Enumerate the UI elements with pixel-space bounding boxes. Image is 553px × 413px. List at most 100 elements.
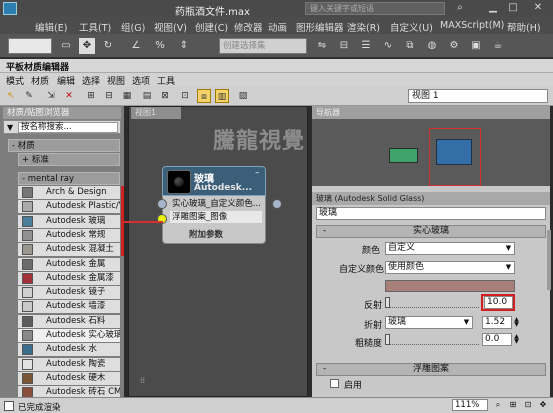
show-map-icon[interactable]: ▦ — [120, 89, 134, 103]
input-socket-dot[interactable] — [157, 199, 167, 209]
align-icon[interactable]: ⊟ — [336, 38, 352, 54]
hide-unused-icon[interactable]: ⊟ — [102, 89, 116, 103]
slider-knob[interactable] — [385, 334, 390, 345]
roughness-slider[interactable] — [385, 334, 479, 345]
browser-options-icon[interactable]: ▼ — [7, 123, 13, 132]
pick-material-icon[interactable]: ✎ — [22, 89, 36, 103]
refraction-value-field[interactable]: 1.52 — [482, 316, 512, 329]
view-tab-label[interactable]: 视图1 — [131, 107, 181, 119]
browser-item[interactable]: Autodesk Plastic/Vinyl — [18, 200, 120, 214]
menu-tools[interactable]: 工具(T) — [79, 20, 111, 34]
browser-search-input[interactable]: 按名称搜索... — [18, 122, 118, 133]
browser-item[interactable]: Autodesk 墙漆 — [18, 300, 120, 314]
material-node[interactable]: 玻璃 Autodesk... – 实心玻璃_自定义颜色... 浮雕图案_图像 附… — [162, 166, 266, 244]
browser-group-header[interactable]: + 标准 — [18, 153, 120, 166]
maximize-icon[interactable]: □ — [505, 1, 521, 15]
menu-maxscript[interactable]: MAXScript(M) — [440, 20, 504, 31]
named-selection-set-field[interactable]: 创建选择集 — [219, 38, 307, 54]
select-tool-icon[interactable]: ↖ — [4, 89, 18, 103]
browser-item[interactable]: Autodesk 陶瓷 — [18, 357, 120, 371]
menu-create[interactable]: 创建(C) — [195, 20, 228, 34]
curve-editor-icon[interactable]: ∿ — [380, 38, 396, 54]
layer-icon[interactable]: ☰ — [358, 38, 374, 54]
menu-rendering[interactable]: 渲染(R) — [347, 20, 380, 34]
browser-item[interactable]: Autodesk 水 — [18, 343, 120, 357]
schematic-icon[interactable]: ⧉ — [402, 38, 418, 54]
minimize-icon[interactable]: ▁ — [485, 1, 501, 15]
mirror-icon[interactable]: ⇋ — [314, 38, 330, 54]
menu-help[interactable]: 帮助(H) — [507, 20, 541, 34]
output-socket-dot[interactable] — [272, 199, 282, 209]
render-setup-icon[interactable]: ⚙ — [446, 38, 462, 54]
move-children-icon[interactable]: ⊞ — [84, 89, 98, 103]
close-icon[interactable]: ✕ — [530, 1, 546, 15]
menu-edit[interactable]: 编辑(E) — [35, 20, 67, 34]
spinner-snap-icon[interactable]: ⇕ — [176, 38, 192, 54]
delete-icon[interactable]: ✕ — [62, 89, 76, 103]
rollout-relief-pattern[interactable]: - 浮雕图案 — [316, 363, 546, 376]
custom-color-dropdown[interactable]: 使用颜色 ▼ — [385, 261, 515, 274]
material-map-browser-icon[interactable]: ⧈ — [197, 89, 211, 103]
select-by-material-icon[interactable]: ▧ — [236, 89, 250, 103]
zoom-dropdown[interactable]: 111% — [452, 399, 488, 411]
color-dropdown[interactable]: 自定义 ▼ — [385, 242, 515, 255]
show-background-icon[interactable]: ▤ — [140, 89, 154, 103]
material-editor-icon[interactable]: ◍ — [424, 38, 440, 54]
render-frame-icon[interactable]: ▣ — [468, 38, 484, 54]
custom-color-swatch[interactable] — [385, 280, 515, 292]
menu-group[interactable]: 组(G) — [121, 20, 145, 34]
menu-animation[interactable]: 动画 — [268, 20, 287, 34]
refraction-type-dropdown[interactable]: 玻璃 ▼ — [385, 316, 473, 329]
browser-item[interactable]: Autodesk 石料 — [18, 314, 120, 328]
put-to-scene-icon[interactable]: ⇲ — [44, 89, 58, 103]
menu-modifiers[interactable]: 修改器 — [234, 20, 263, 34]
parameter-editor-icon[interactable]: ▥ — [215, 89, 229, 103]
menu-customize[interactable]: 自定义(U) — [390, 20, 433, 34]
browser-item[interactable]: Autodesk 玻璃 — [18, 214, 120, 228]
view-grip-icon[interactable]: ⁞⁞ — [140, 376, 145, 385]
browser-item[interactable]: Autodesk 镜子 — [18, 286, 120, 300]
browser-group-header[interactable]: - mental ray — [18, 172, 120, 185]
zoom-icon[interactable]: ⌕ — [492, 399, 504, 411]
selection-filter-dropdown[interactable] — [8, 38, 52, 54]
browser-item[interactable]: Autodesk 金属漆 — [18, 271, 120, 285]
refraction-spinner-icon[interactable]: ▲ ▼ — [513, 317, 520, 328]
node-slot-solid-glass[interactable]: 实心玻璃_自定义颜色... — [170, 198, 262, 210]
enable-checkbox[interactable] — [330, 379, 339, 388]
rotate-icon[interactable]: ↻ — [100, 38, 116, 54]
pan-icon[interactable]: ✥ — [537, 399, 549, 411]
node-slot-relief-pattern[interactable]: 浮雕图案_图像 — [170, 211, 262, 223]
menu-views[interactable]: 视图(V) — [154, 20, 187, 34]
search-icon[interactable]: ⌕ — [452, 1, 468, 15]
slider-knob[interactable] — [385, 297, 390, 308]
browser-item[interactable]: Autodesk 实心玻璃 — [18, 329, 120, 342]
reflection-slider[interactable] — [385, 297, 479, 308]
move-icon[interactable]: ✥ — [79, 38, 95, 54]
parameter-scrollbar[interactable] — [547, 230, 551, 290]
angle-snap-icon[interactable]: ∠ — [128, 38, 144, 54]
node-header[interactable]: 玻璃 Autodesk... – — [162, 166, 266, 196]
rollout-solid-glass[interactable]: - 实心玻璃 — [316, 225, 546, 238]
browser-item[interactable]: Autodesk 混凝土 — [18, 243, 120, 257]
roughness-spinner-icon[interactable]: ▲ ▼ — [513, 334, 520, 345]
node-minimize-icon[interactable]: – — [255, 168, 260, 178]
lay-out-children-icon[interactable]: ⊡ — [178, 89, 192, 103]
zoom-region-icon[interactable]: ⊞ — [507, 399, 519, 411]
browser-group-header[interactable]: - 材质 — [8, 139, 120, 152]
browser-item[interactable]: Arch & Design — [18, 186, 120, 199]
material-name-field[interactable]: 玻璃 — [316, 207, 546, 220]
lay-out-all-icon[interactable]: ⊠ — [158, 89, 172, 103]
browser-item[interactable]: Autodesk 硬木 — [18, 371, 120, 385]
menu-graph-editors[interactable]: 图形编辑器 — [296, 20, 344, 34]
roughness-value-field[interactable]: 0.0 — [482, 333, 512, 346]
node-additional-params[interactable]: 附加参数 — [189, 228, 223, 240]
help-search-input[interactable]: 键入关键字或短语 — [305, 2, 445, 15]
render-icon[interactable]: ☕ — [490, 38, 506, 54]
app-logo-icon[interactable] — [3, 2, 17, 15]
select-icon[interactable]: ▭ — [58, 38, 74, 54]
view-selector-dropdown[interactable]: 视图 1 — [408, 89, 548, 103]
browser-item[interactable]: Autodesk 常规 — [18, 228, 120, 242]
browser-item[interactable]: Autodesk 金属 — [18, 257, 120, 271]
zoom-extents-icon[interactable]: ⊡ — [522, 399, 534, 411]
percent-snap-icon[interactable]: % — [152, 38, 168, 54]
